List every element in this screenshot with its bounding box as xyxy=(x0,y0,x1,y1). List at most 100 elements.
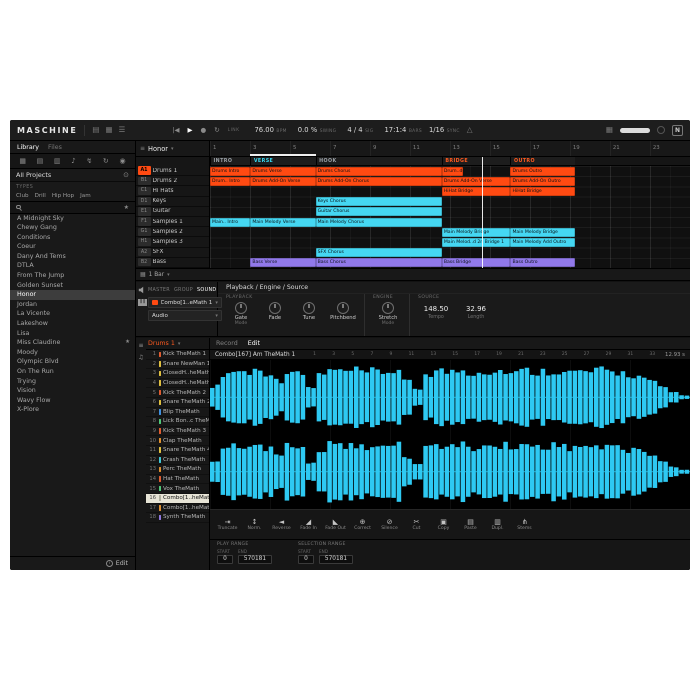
transport-metric[interactable]: 0.0 % SWING xyxy=(298,126,337,134)
transport-metric[interactable]: 17:1:4 BARS xyxy=(384,126,421,134)
paste-button[interactable]: ▤ Paste xyxy=(457,518,484,531)
section-bridge[interactable]: BRIDGE xyxy=(441,157,511,165)
keys-icon[interactable] xyxy=(137,299,147,306)
clip[interactable]: Bass Bridge xyxy=(441,258,511,268)
pad-list-item[interactable]: 9 Kick TheMath 3 xyxy=(146,427,209,437)
link-toggle[interactable]: LINK xyxy=(228,128,240,133)
clip[interactable]: Main Melod..d 2n Bridge 1 xyxy=(441,237,511,248)
pad-list-item[interactable]: 11 Snare TheMath 4 xyxy=(146,446,209,456)
project-list-item[interactable]: Moody ★ xyxy=(10,348,135,358)
track-row[interactable]: H1 Samples 3 xyxy=(136,237,209,248)
track-row[interactable]: D1 Keys xyxy=(136,196,209,207)
project-list-item[interactable]: Chewy Gang ★ xyxy=(10,223,135,233)
pad-list-item[interactable]: 2 Snare NewMan 1 xyxy=(146,360,209,370)
project-list-item[interactable]: Honor ★ xyxy=(10,290,135,300)
project-list-item[interactable]: Lakeshow ★ xyxy=(10,319,135,329)
parameter-knob[interactable] xyxy=(337,301,349,314)
waveform-display[interactable] xyxy=(210,360,690,509)
track-row[interactable]: A1 Drums 1 xyxy=(136,166,209,177)
project-list-item[interactable]: Trying ★ xyxy=(10,377,135,387)
channel-tab[interactable]: MASTER xyxy=(148,287,170,293)
track-slot[interactable]: B1 xyxy=(137,176,151,185)
silence-button[interactable]: ⊘ Silence xyxy=(376,518,403,531)
projects-filter-icon[interactable]: ▦ xyxy=(19,157,26,165)
track-slot[interactable]: D1 xyxy=(137,196,151,206)
section-hook[interactable]: HOOK xyxy=(315,157,442,165)
channel-tab[interactable]: SOUND xyxy=(197,287,216,293)
arranger-grid[interactable]: Drums Intro Drums Verse Drums Chorus Drum..… xyxy=(210,166,690,268)
track-row[interactable]: C1 Hi Hats xyxy=(136,186,209,197)
duplicate-button[interactable]: ▥ Dupl. xyxy=(484,518,511,531)
clip[interactable]: HiHat Bridge xyxy=(441,186,511,197)
project-list-item[interactable]: X-Plore ★ xyxy=(10,405,135,415)
track-row[interactable]: A2 SFX xyxy=(136,247,209,258)
pad-list-item[interactable]: 7 Blip TheMath xyxy=(146,408,209,418)
playhead[interactable] xyxy=(482,157,484,268)
clip[interactable]: Main.. Intro xyxy=(210,217,251,227)
browser-tab[interactable]: Files xyxy=(48,144,62,151)
stretch-knob[interactable] xyxy=(382,301,394,314)
reverse-button[interactable]: ◄ Reverse xyxy=(268,518,295,531)
clip[interactable]: Keys Chorus xyxy=(315,197,442,207)
edit-button[interactable]: Edit xyxy=(116,560,128,567)
clip[interactable]: Drums Add-On Verse xyxy=(250,176,316,186)
clip[interactable]: Main Melody Bridge xyxy=(441,227,511,237)
grid-setting[interactable]: 1 Bar xyxy=(149,272,164,278)
master-volume-slider[interactable] xyxy=(620,127,650,133)
project-list-item[interactable]: Golden Sunset ★ xyxy=(10,281,135,291)
pad-list-item[interactable]: 6 Snare TheMath 2 xyxy=(146,398,209,408)
clip[interactable]: Main Melody Bridge xyxy=(510,227,575,237)
favorites-star-icon[interactable]: ★ xyxy=(124,204,129,211)
project-title-cell[interactable]: ≡ Honor ▾ xyxy=(136,141,210,156)
clip[interactable]: Drums Outro xyxy=(510,166,575,176)
section-intro[interactable]: INTRO xyxy=(210,157,251,165)
track-row[interactable]: G1 Samples 2 xyxy=(136,227,209,238)
track-row[interactable]: B1 Drums 2 xyxy=(136,176,209,187)
clip[interactable]: Bass Outro xyxy=(510,258,575,268)
sound-selector[interactable]: Combo[1..eMath 1 ▾ xyxy=(148,297,222,308)
project-list-item[interactable]: Miss Claudine ★ xyxy=(10,338,135,348)
project-list-item[interactable]: On The Run ★ xyxy=(10,367,135,377)
truncate-button[interactable]: ⇥ Truncate xyxy=(214,518,241,531)
copy-button[interactable]: ▣ Copy xyxy=(430,518,457,531)
editor-tab[interactable]: Record xyxy=(216,340,238,347)
track-row[interactable]: F1 Samples 1 xyxy=(136,217,209,228)
instruments-filter-icon[interactable]: ♪ xyxy=(71,157,75,165)
selection-range-end-input[interactable]: 570181 xyxy=(319,554,353,564)
project-list-item[interactable]: Conditions ★ xyxy=(10,233,135,243)
clip[interactable]: Main Melody Add Outro xyxy=(510,237,575,248)
editor-tab[interactable]: Edit xyxy=(248,340,260,347)
clip[interactable]: Drum..dge 1 xyxy=(441,166,464,176)
loop-range-bar[interactable] xyxy=(250,154,316,156)
clip[interactable]: Drums Add-On Outro xyxy=(510,176,575,186)
sounds-filter-icon[interactable]: ▥ xyxy=(54,157,61,165)
transport-metric[interactable]: 76.00 BPM xyxy=(254,126,286,134)
project-list-item[interactable]: Jordan ★ xyxy=(10,300,135,310)
pad-list-item[interactable]: 8 Lick Bon..c TheMath xyxy=(146,417,209,427)
keyboard-icon[interactable]: ▦ xyxy=(606,126,613,134)
normalize-button[interactable]: ↕ Norm. xyxy=(241,518,268,531)
info-icon[interactable]: i xyxy=(105,560,113,567)
piano-icon[interactable]: ♫ xyxy=(138,354,143,361)
search-input[interactable] xyxy=(24,203,120,211)
project-list-item[interactable]: Wavy Flow ★ xyxy=(10,396,135,406)
pad-list-item[interactable]: 13 Perc TheMath xyxy=(146,465,209,475)
plugin-panel-title[interactable]: Playback / Engine / Source xyxy=(218,282,690,294)
track-slot[interactable]: A1 xyxy=(137,166,151,175)
project-list-item[interactable]: La Vicente ★ xyxy=(10,309,135,319)
clip[interactable]: Main Melody Verse xyxy=(250,217,316,227)
tempo-field[interactable]: 148.50 Tempo xyxy=(418,302,454,320)
browser-panel-icon[interactable]: ▤ xyxy=(92,126,99,134)
track-row[interactable]: B2 Bass xyxy=(136,258,209,268)
length-field[interactable]: 32.96 Length xyxy=(458,302,494,320)
channel-tab[interactable]: GROUP xyxy=(174,287,193,293)
section-outro[interactable]: OUTRO xyxy=(510,157,575,165)
clip[interactable]: Bass Chorus xyxy=(315,258,442,268)
project-list-item[interactable]: DTLA ★ xyxy=(10,261,135,271)
speaker-icon[interactable] xyxy=(138,286,146,294)
groups-filter-icon[interactable]: ▤ xyxy=(37,157,44,165)
type-tag[interactable]: Hip Hop xyxy=(52,193,74,199)
pad-list-item[interactable]: 10 Clap TheMath xyxy=(146,436,209,446)
type-tag[interactable]: Drill xyxy=(35,193,46,199)
stems-button[interactable]: ⋔ Stems xyxy=(511,518,538,531)
